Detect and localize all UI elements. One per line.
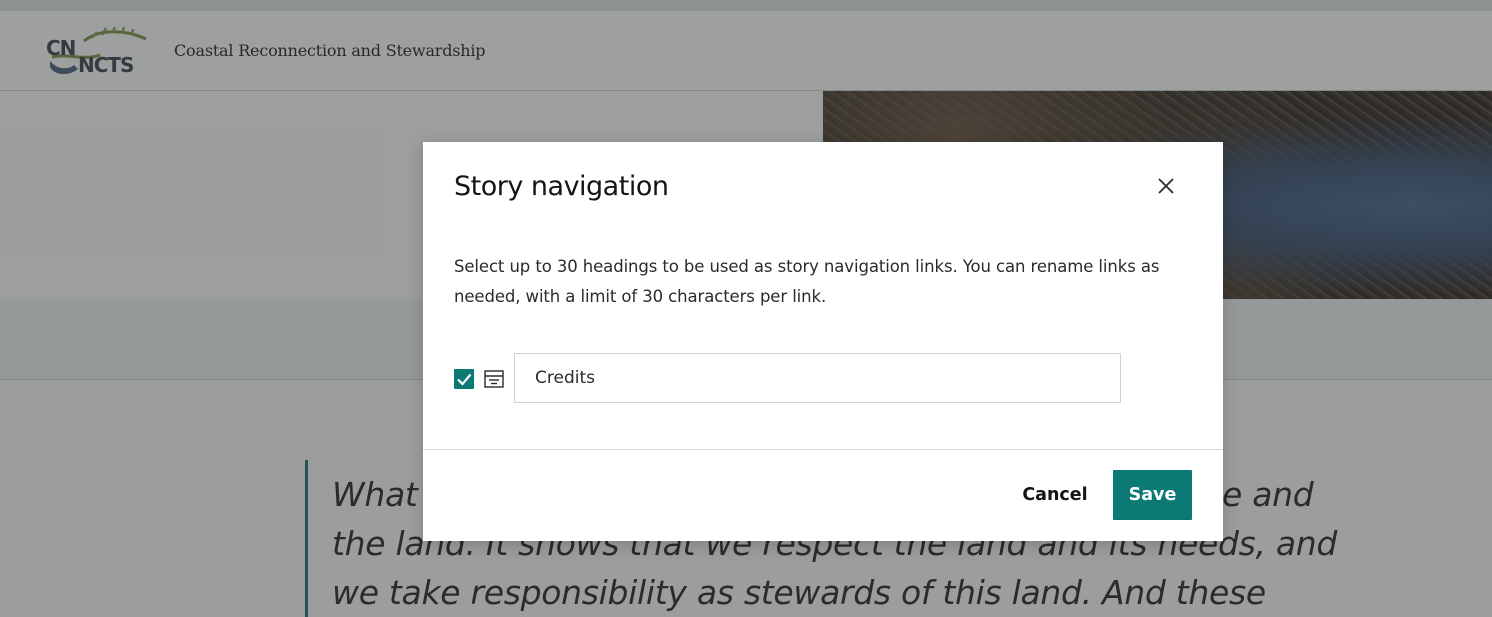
link-checkbox[interactable] bbox=[454, 369, 474, 389]
dialog-divider bbox=[423, 449, 1223, 450]
link-name-input[interactable] bbox=[514, 353, 1121, 403]
close-icon[interactable] bbox=[1154, 174, 1178, 198]
heading-icon bbox=[484, 370, 504, 388]
check-icon bbox=[457, 373, 472, 386]
dialog-title: Story navigation bbox=[454, 171, 669, 202]
cancel-button[interactable]: Cancel bbox=[1009, 470, 1101, 520]
story-page: CN NCTS Coastal Reconnection and Steward… bbox=[0, 0, 1492, 617]
dialog-description: Select up to 30 headings to be used as s… bbox=[454, 257, 1160, 306]
story-navigation-dialog: Story navigation Select up to 30 heading… bbox=[423, 142, 1223, 541]
save-button[interactable]: Save bbox=[1113, 470, 1192, 520]
nav-link-row bbox=[454, 353, 1124, 405]
